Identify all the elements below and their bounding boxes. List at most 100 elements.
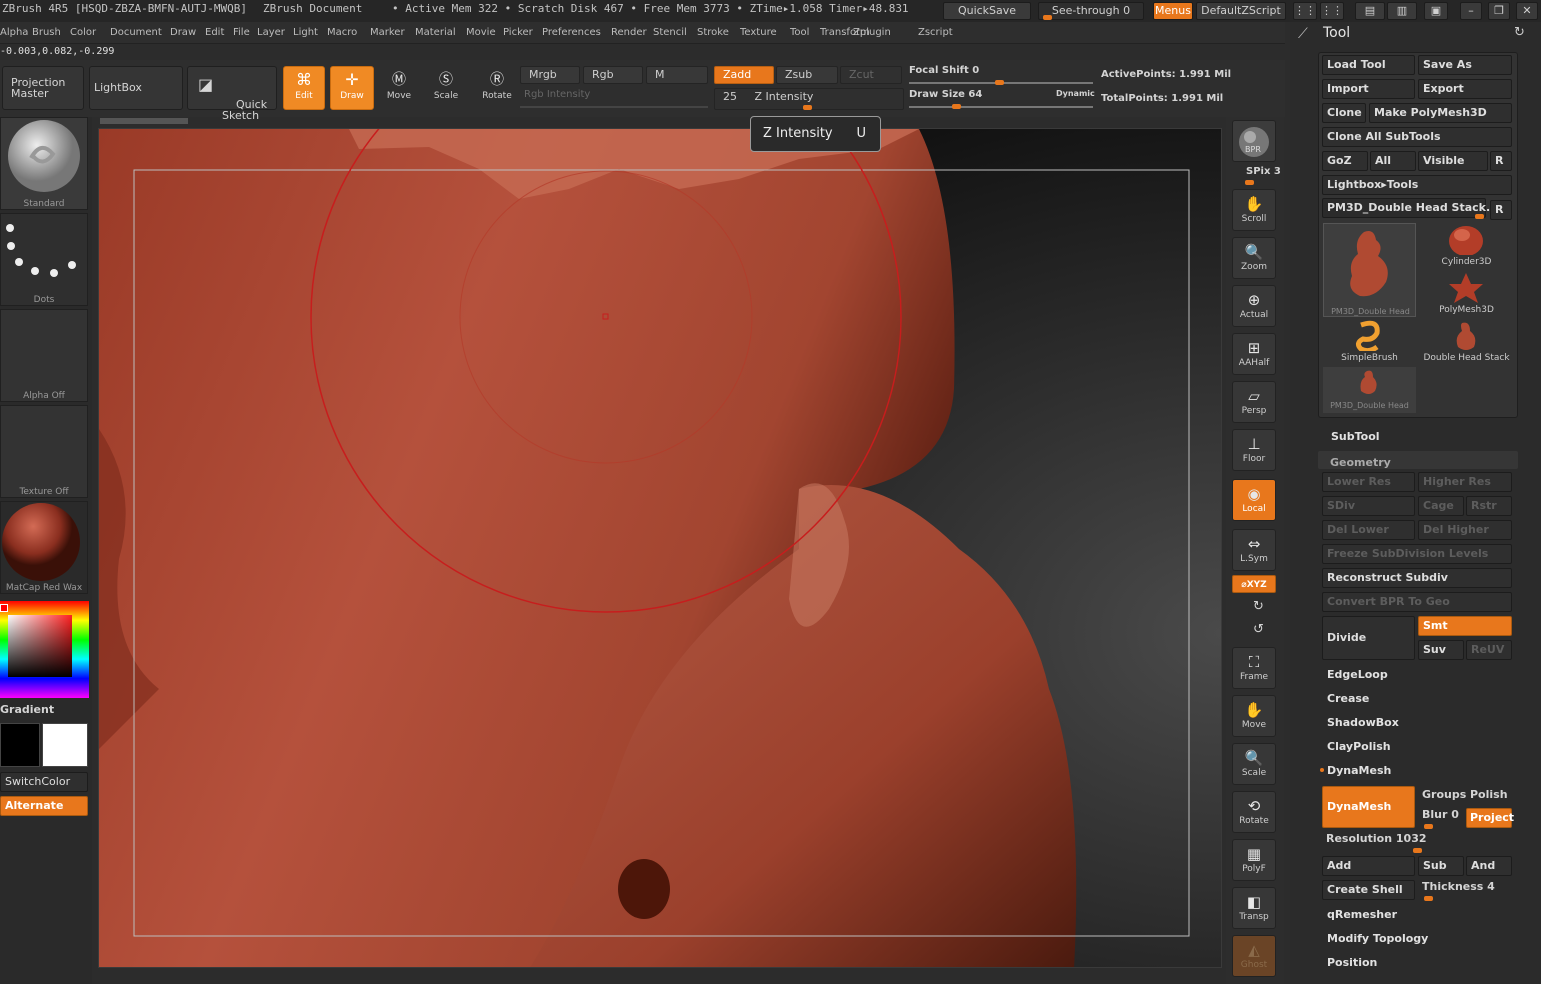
lock-icon[interactable]: ▣: [1424, 2, 1448, 20]
layout2-icon[interactable]: ▥: [1387, 2, 1417, 20]
menu-tool[interactable]: Tool: [790, 27, 809, 38]
rgb-intensity-track[interactable]: [520, 106, 708, 108]
current-tool-knob[interactable]: [1475, 214, 1484, 219]
tool-thumb-pm3d-double-head[interactable]: PM3D_Double Head: [1323, 223, 1416, 317]
zoom-button[interactable]: 🔍 Zoom: [1232, 237, 1276, 279]
menu-color[interactable]: Color: [70, 27, 96, 38]
material-picker[interactable]: MatCap Red Wax: [0, 501, 88, 594]
bpr-button[interactable]: BPR: [1232, 120, 1276, 162]
menu-layer[interactable]: Layer: [257, 27, 285, 38]
persp-button[interactable]: ▱ Persp: [1232, 381, 1276, 423]
menu-macro[interactable]: Macro: [327, 27, 357, 38]
see-through-slider[interactable]: See-through 0: [1038, 2, 1144, 20]
menu-picker[interactable]: Picker: [503, 27, 533, 38]
qremesher-section[interactable]: qRemesher: [1327, 908, 1397, 921]
spix-knob[interactable]: [1245, 180, 1254, 185]
menu-material[interactable]: Material: [415, 27, 456, 38]
resolution-slider[interactable]: Resolution 1032: [1326, 832, 1427, 845]
create-shell-button[interactable]: Create Shell: [1322, 880, 1415, 900]
smt-button[interactable]: Smt: [1418, 616, 1512, 636]
m-button[interactable]: M: [646, 66, 708, 84]
del-higher-button[interactable]: Del Higher: [1418, 520, 1512, 540]
local-button[interactable]: ◉ Local: [1232, 479, 1276, 521]
import-button[interactable]: Import: [1322, 79, 1415, 99]
minimize-icon[interactable]: –: [1460, 2, 1482, 20]
menu-render[interactable]: Render: [611, 27, 647, 38]
zsub-button[interactable]: Zsub: [776, 66, 838, 84]
suv-button[interactable]: Suv: [1418, 640, 1464, 660]
z-intensity-slider[interactable]: 25 Z Intensity: [714, 88, 904, 110]
thickness-knob[interactable]: [1424, 896, 1433, 901]
tool-thumb-pm3d-double-head-2[interactable]: PM3D_Double Head: [1323, 367, 1416, 413]
lightbox-button[interactable]: LightBox: [89, 66, 183, 110]
horizontal-scroll[interactable]: [100, 118, 188, 124]
dynamesh-section[interactable]: DynaMesh: [1327, 764, 1391, 777]
geometry-header[interactable]: Geometry: [1318, 451, 1518, 469]
menu-document[interactable]: Document: [110, 27, 162, 38]
menu-movie[interactable]: Movie: [466, 27, 496, 38]
menu-zplugin[interactable]: Zplugin: [853, 27, 891, 38]
clone-all-subtools-button[interactable]: Clone All SubTools: [1322, 127, 1512, 147]
menu-marker[interactable]: Marker: [370, 27, 405, 38]
claypolish-section[interactable]: ClayPolish: [1327, 740, 1391, 753]
crease-section[interactable]: Crease: [1327, 692, 1369, 705]
spix-slider[interactable]: SPix 3: [1246, 166, 1281, 177]
quick-sketch-button[interactable]: ◪ Quick Sketch: [187, 66, 277, 121]
dynamic-toggle[interactable]: Dynamic: [1056, 89, 1095, 98]
frame-button[interactable]: ⛶ Frame: [1232, 647, 1276, 689]
lsym-button[interactable]: ⇔ L.Sym: [1232, 529, 1276, 571]
switch-color-button[interactable]: SwitchColor: [0, 772, 88, 792]
alpha-picker[interactable]: Alpha Off: [0, 309, 88, 402]
position-section[interactable]: Position: [1327, 956, 1377, 969]
stroke-picker[interactable]: Dots: [0, 213, 88, 306]
polish-toggle[interactable]: Polish: [1470, 788, 1508, 801]
default-zscript-button[interactable]: DefaultZScript: [1196, 2, 1286, 20]
zcut-button[interactable]: Zcut: [840, 66, 902, 84]
projection-master-button[interactable]: Projection Master: [2, 66, 84, 110]
export-button[interactable]: Export: [1418, 79, 1512, 99]
saturation-square[interactable]: [8, 615, 72, 677]
alternate-button[interactable]: Alternate: [0, 796, 88, 816]
aahalf-button[interactable]: ⊞ AAHalf: [1232, 333, 1276, 375]
subtool-section[interactable]: SubTool: [1331, 430, 1380, 443]
add-button[interactable]: Add: [1322, 856, 1415, 876]
goz-all-button[interactable]: All: [1370, 151, 1416, 171]
main-color-swatch[interactable]: [42, 723, 88, 767]
thickness-slider[interactable]: Thickness 4: [1422, 880, 1495, 893]
polyf-button[interactable]: ▦ PolyF: [1232, 839, 1276, 881]
document-canvas[interactable]: [98, 128, 1222, 968]
menu-alpha[interactable]: Alpha: [0, 27, 28, 38]
make-polymesh3d-button[interactable]: Make PolyMesh3D: [1369, 103, 1512, 123]
texture-picker[interactable]: Texture Off: [0, 405, 88, 498]
menu-texture[interactable]: Texture: [740, 27, 777, 38]
blur-knob[interactable]: [1424, 824, 1433, 829]
reconstruct-subdiv-button[interactable]: Reconstruct Subdiv: [1322, 568, 1512, 588]
freeze-subdivision-button[interactable]: Freeze SubDivision Levels: [1322, 544, 1512, 564]
lower-res-button[interactable]: Lower Res: [1322, 472, 1415, 492]
see-through-knob[interactable]: [1043, 15, 1052, 20]
menu-draw[interactable]: Draw: [170, 27, 196, 38]
sdiv-slider[interactable]: SDiv: [1322, 496, 1415, 516]
goz-r-button[interactable]: R: [1490, 151, 1512, 171]
resolution-knob[interactable]: [1413, 848, 1422, 853]
xyz-button[interactable]: ⌀XYZ: [1232, 575, 1276, 593]
quicksave-button[interactable]: QuickSave: [943, 2, 1031, 20]
cage-button[interactable]: Cage: [1418, 496, 1464, 516]
refresh-icon[interactable]: ↻: [1514, 25, 1525, 40]
rotate-button[interactable]: Ⓡ Rotate: [474, 68, 520, 112]
focal-shift-slider[interactable]: Focal Shift 0: [909, 65, 979, 76]
current-tool-slider[interactable]: PM3D_Double Head Stack.: [1322, 198, 1490, 219]
restore-icon[interactable]: ❐: [1488, 2, 1510, 20]
rotate-y-icon[interactable]: ↻: [1253, 599, 1264, 614]
project-button[interactable]: Project: [1466, 808, 1514, 828]
divide-button[interactable]: Divide: [1322, 616, 1415, 660]
tool-thumb-double-head-stack[interactable]: Double Head Stack: [1420, 319, 1513, 365]
sub-button[interactable]: Sub: [1418, 856, 1464, 876]
menu-file[interactable]: File: [233, 27, 250, 38]
expand-icon[interactable]: ⋮⋮: [1320, 2, 1344, 20]
brush-picker[interactable]: Standard: [0, 117, 88, 210]
menu-light[interactable]: Light: [293, 27, 318, 38]
rgb-intensity-slider[interactable]: Rgb Intensity: [524, 89, 590, 100]
actual-button[interactable]: ⊕ Actual: [1232, 285, 1276, 327]
mrgb-button[interactable]: Mrgb: [520, 66, 580, 84]
